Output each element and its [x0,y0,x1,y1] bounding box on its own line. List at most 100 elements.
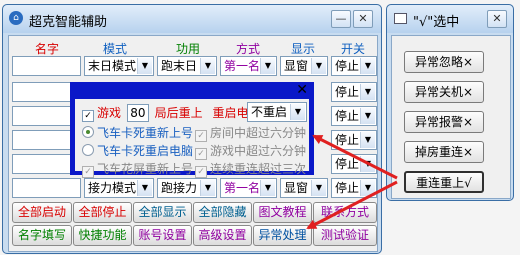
tutorial-button[interactable]: 图文教程 [253,202,312,223]
dropdown-arrow-icon[interactable]: ▼ [311,58,326,74]
main-window-title: 超克智能辅助 [29,15,108,30]
account-settings-button[interactable]: 账号设置 [133,225,192,246]
switch-select[interactable]: 停止 ▼ [331,178,377,198]
display-select[interactable]: 显窗 ▼ [280,178,328,198]
dropdown-arrow-icon[interactable]: ▼ [360,58,375,74]
reconnect-limit-label: 连续重连超过三次 [210,162,307,176]
style-value: 第一名 [224,59,261,73]
side-window-title: "√"选中 [413,15,460,30]
header-mode: 模式 [102,42,127,56]
game-timeout-checkbox[interactable]: ✓ [195,148,207,160]
display-value: 显窗 [284,59,309,73]
switch-value: 停止 [335,133,360,147]
mode-select[interactable]: 接力模式 ▼ [84,178,154,198]
switch-select[interactable]: 停止 ▼ [331,130,377,150]
alarm-on-exception-button[interactable]: 异常报警× [404,111,484,133]
style-value: 第一名 [224,181,261,195]
style-select[interactable]: 第一名 ▼ [220,56,277,76]
header-function: 功用 [175,42,200,56]
option-label-1: 飞车卡死重新上号 [97,126,194,140]
popup-body: ✓ 游戏 80 局后重上 重启电脑 不重启 ▼ 飞车卡死重新上号 ✓ 房间中超过六分钟… [75,99,309,178]
reconnect-relogin-button[interactable]: 重连重上√ [404,171,484,193]
dropdown-arrow-icon[interactable]: ▼ [360,108,375,124]
game-checkbox[interactable]: ✓ [82,110,94,122]
dropdown-arrow-icon[interactable]: ▼ [290,104,305,120]
option-radio-1[interactable] [82,126,94,138]
dropdown-arrow-icon[interactable]: ▼ [311,180,326,196]
name-input[interactable] [12,178,81,198]
exception-popup: ✕ ✓ 游戏 80 局后重上 重启电脑 不重启 ▼ 飞车卡死重新上号 ✓ 房间中超过六… [70,82,314,178]
switch-value: 停止 [335,109,360,123]
window-icon [394,13,407,24]
switch-select[interactable]: 停止 ▼ [331,56,377,76]
side-titlebar[interactable]: "√"选中 ✕ [387,5,513,33]
side-window: "√"选中 ✕ 异常忽略× 异常关机× 异常报警× 掉房重连× 重连重上√ [386,4,514,201]
after-games-label: 局后重上 [154,106,203,120]
home-icon: ⌂ [9,11,23,25]
dropdown-arrow-icon[interactable]: ▼ [200,58,215,74]
display-select[interactable]: 显窗 ▼ [280,56,328,76]
reconnect-limit-checkbox[interactable]: ✓ [195,166,207,178]
room-timeout-label: 房间中超过六分钟 [210,126,307,140]
option-label-2: 飞车卡死重启电脑 [97,144,194,158]
dropdown-arrow-icon[interactable]: ▼ [137,180,152,196]
game-timeout-label: 游戏中超过六分钟 [210,144,307,158]
function-value: 跑末日 [161,59,198,73]
name-input[interactable] [12,56,81,76]
dropdown-arrow-icon[interactable]: ▼ [360,156,375,172]
function-select[interactable]: 跑末日 ▼ [157,56,217,76]
test-verify-button[interactable]: 测试验证 [313,225,377,246]
switch-value: 停止 [335,85,360,99]
mode-value: 末日模式 [88,59,137,73]
function-select[interactable]: 跑接力 ▼ [157,178,217,198]
dropdown-arrow-icon[interactable]: ▼ [360,84,375,100]
hide-all-button[interactable]: 全部隐藏 [193,202,252,223]
exception-handling-button[interactable]: 异常处理 [253,225,312,246]
close-button[interactable]: ✕ [353,10,373,28]
room-drop-reconnect-button[interactable]: 掉房重连× [404,141,484,163]
switch-select[interactable]: 停止 ▼ [331,106,377,126]
dropdown-arrow-icon[interactable]: ▼ [260,180,275,196]
show-all-button[interactable]: 全部显示 [133,202,192,223]
function-value: 跑接力 [161,181,198,195]
shutdown-on-exception-button[interactable]: 异常关机× [404,81,484,103]
dropdown-arrow-icon[interactable]: ▼ [360,180,375,196]
game-label: 游戏 [97,106,122,120]
main-titlebar[interactable]: ⌂ 超克智能辅助 — ✕ [3,5,381,33]
contact-button[interactable]: 联系方式 [313,202,377,223]
start-all-button[interactable]: 全部启动 [12,202,72,223]
screen-glitch-checkbox[interactable]: ✓ [82,166,94,178]
header-switch: 开关 [340,42,365,56]
shortcuts-button[interactable]: 快捷功能 [73,225,132,246]
side-client-area: 异常忽略× 异常关机× 异常报警× 掉房重连× 重连重上√ [391,35,511,199]
switch-value: 停止 [335,59,360,73]
mode-value: 接力模式 [88,181,137,195]
advanced-settings-button[interactable]: 高级设置 [193,225,252,246]
option-radio-2[interactable] [82,144,94,156]
style-select[interactable]: 第一名 ▼ [220,178,277,198]
popup-close-icon[interactable]: ✕ [296,82,308,98]
minimize-button[interactable]: — [331,10,351,28]
display-value: 显窗 [284,181,309,195]
side-close-button[interactable]: ✕ [487,10,507,28]
mode-select[interactable]: 末日模式 ▼ [84,56,154,76]
switch-value: 停止 [335,181,360,195]
restart-select[interactable]: 不重启 ▼ [247,102,307,122]
switch-value: 停止 [335,157,360,171]
dropdown-arrow-icon[interactable]: ▼ [360,132,375,148]
restart-value: 不重启 [251,105,288,119]
fill-names-button[interactable]: 名字填写 [12,225,72,246]
screen-glitch-label: 飞车花屏重新上号 [97,162,194,176]
header-display: 显示 [290,42,315,56]
switch-select[interactable]: 停止 ▼ [331,82,377,102]
dropdown-arrow-icon[interactable]: ▼ [137,58,152,74]
game-count-input[interactable]: 80 [126,104,149,122]
room-timeout-checkbox[interactable]: ✓ [195,130,207,142]
dropdown-arrow-icon[interactable]: ▼ [260,58,275,74]
dropdown-arrow-icon[interactable]: ▼ [200,180,215,196]
ignore-exception-button[interactable]: 异常忽略× [404,51,484,73]
header-style: 方式 [235,42,260,56]
switch-select[interactable]: 停止 ▼ [331,154,377,174]
header-name: 名字 [34,42,59,56]
stop-all-button[interactable]: 全部停止 [73,202,132,223]
